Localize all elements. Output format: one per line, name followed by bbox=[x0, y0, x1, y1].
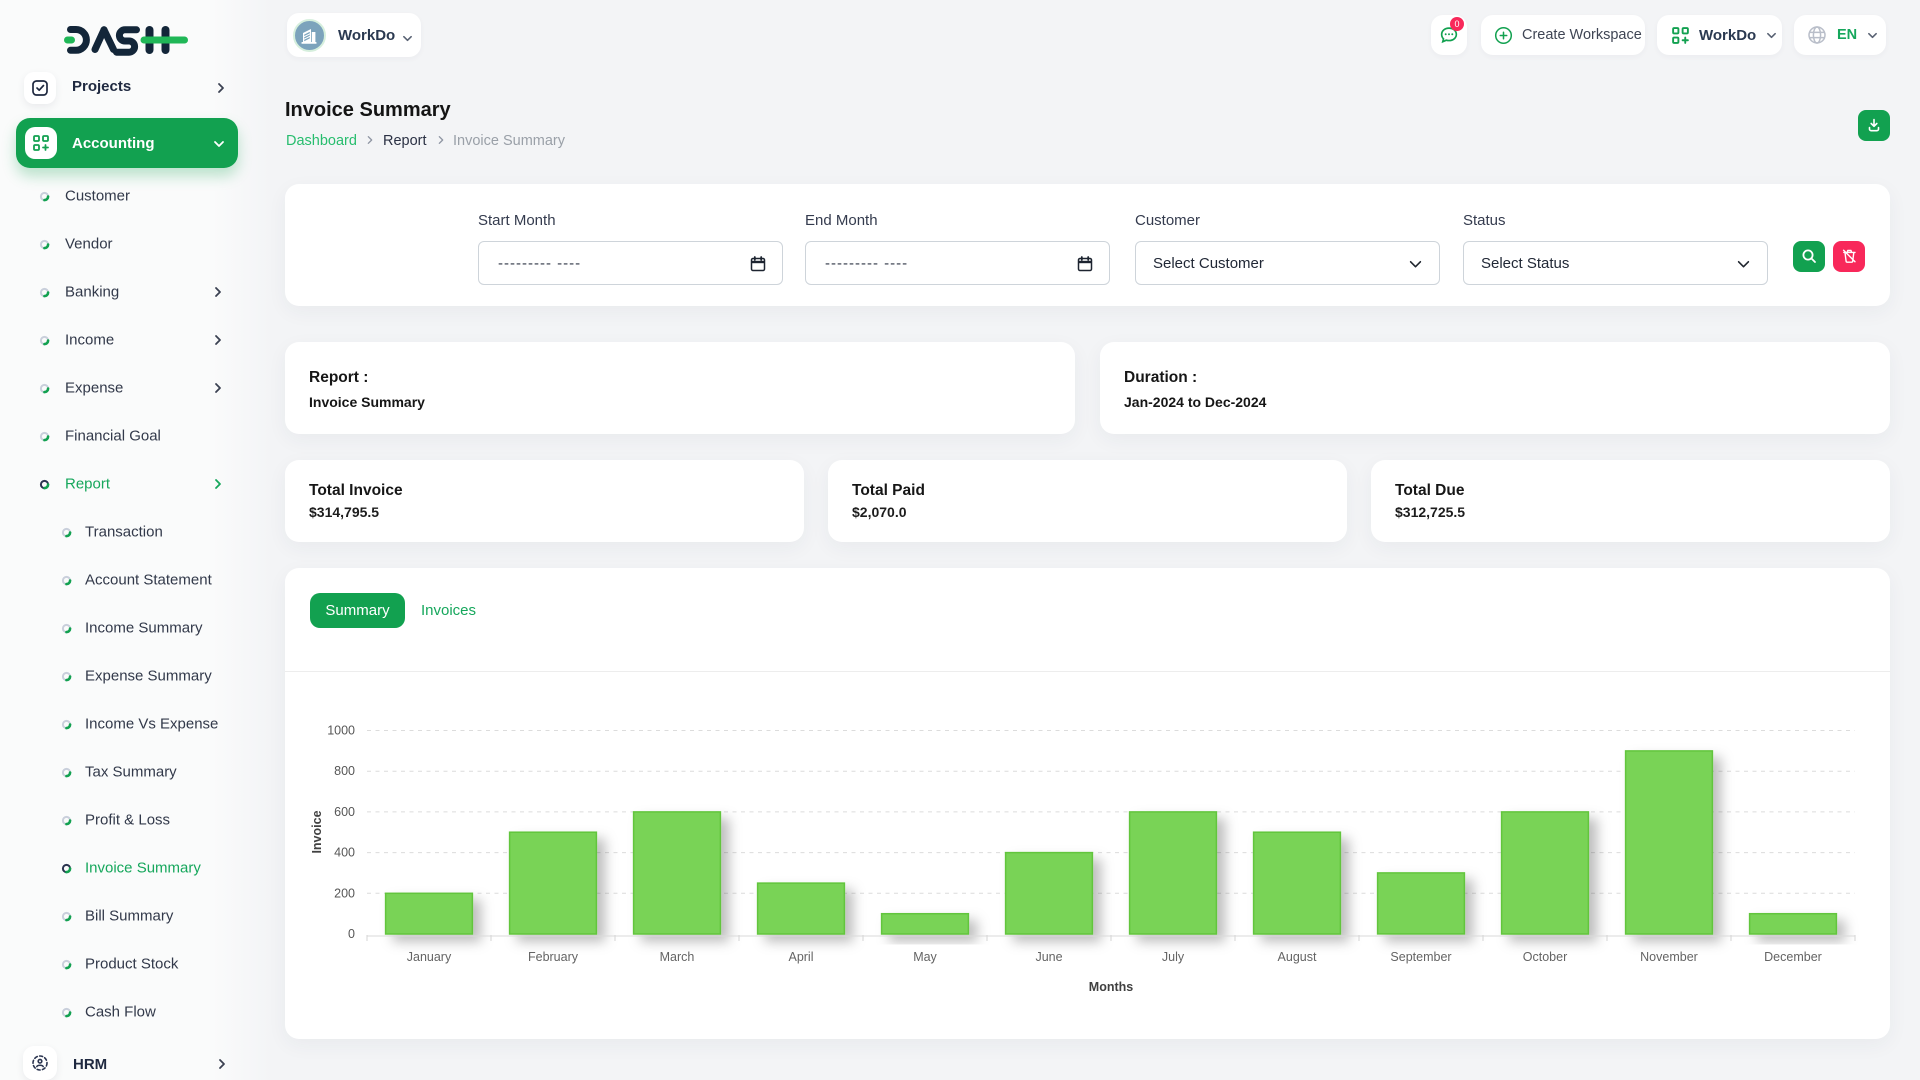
svg-text:June: June bbox=[1035, 950, 1062, 964]
svg-text:February: February bbox=[528, 950, 579, 964]
svg-text:600: 600 bbox=[334, 805, 355, 819]
svg-text:September: September bbox=[1390, 950, 1451, 964]
svg-text:200: 200 bbox=[334, 886, 355, 900]
svg-text:400: 400 bbox=[334, 846, 355, 860]
svg-text:April: April bbox=[788, 950, 813, 964]
svg-text:May: May bbox=[913, 950, 937, 964]
svg-text:August: August bbox=[1278, 950, 1317, 964]
svg-text:December: December bbox=[1764, 950, 1822, 964]
svg-text:1000: 1000 bbox=[327, 724, 355, 738]
svg-text:800: 800 bbox=[334, 764, 355, 778]
svg-text:November: November bbox=[1640, 950, 1698, 964]
svg-text:Invoice: Invoice bbox=[310, 810, 324, 853]
svg-text:Months: Months bbox=[1089, 980, 1133, 994]
svg-text:July: July bbox=[1162, 950, 1185, 964]
svg-text:March: March bbox=[660, 950, 695, 964]
svg-text:October: October bbox=[1523, 950, 1567, 964]
svg-text:January: January bbox=[407, 950, 452, 964]
svg-text:0: 0 bbox=[348, 927, 355, 941]
